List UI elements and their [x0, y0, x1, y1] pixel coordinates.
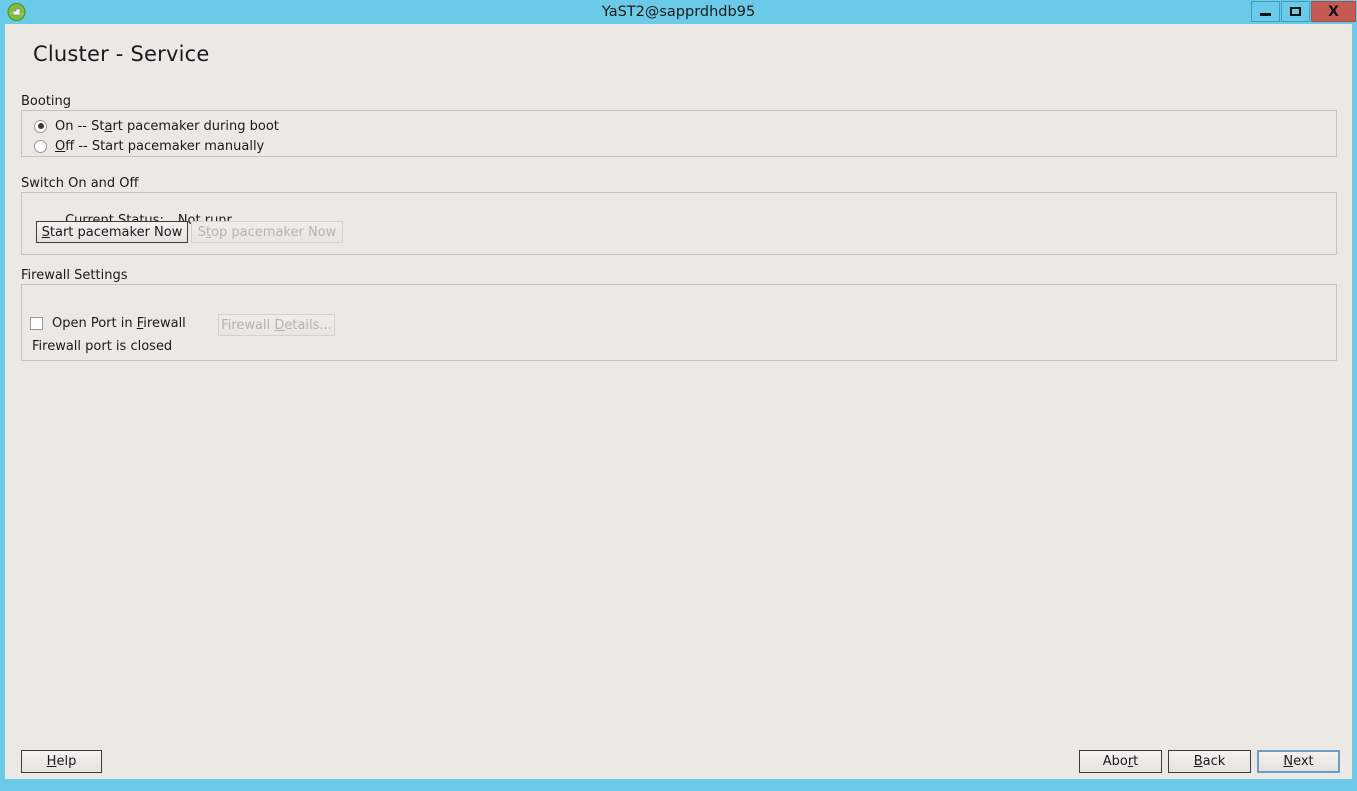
booting-group: On -- Start pacemaker during boot Off --… — [21, 110, 1337, 157]
help-button[interactable]: Help — [21, 750, 102, 773]
open-port-checkbox[interactable]: Open Port in Firewall — [30, 313, 186, 333]
page-title: Cluster - Service — [33, 42, 210, 66]
booting-group-label: Booting — [21, 94, 72, 109]
next-label: Next — [1283, 754, 1314, 769]
radio-boot-on-label: On -- Start pacemaker during boot — [55, 118, 279, 134]
radio-boot-on[interactable]: On -- Start pacemaker during boot — [34, 116, 279, 136]
next-button[interactable]: Next — [1257, 750, 1340, 773]
dialog-client-area: Cluster - Service Booting On -- Start pa… — [5, 24, 1352, 779]
radio-boot-off-label: Off -- Start pacemaker manually — [55, 138, 265, 154]
title-bar: YaST2@sapprdhdb95 X — [0, 0, 1357, 24]
start-pacemaker-button[interactable]: Start pacemaker Now — [36, 221, 188, 243]
firewall-group-label: Firewall Settings — [21, 268, 128, 283]
minimize-icon — [1260, 13, 1271, 16]
abort-label: Abort — [1102, 754, 1139, 769]
switch-group: Current Status:Not runr Start pacemaker … — [21, 192, 1337, 255]
back-button[interactable]: Back — [1168, 750, 1251, 773]
open-port-checkbox-label: Open Port in Firewall — [52, 315, 186, 331]
firewall-group: Open Port in Firewall Firewall Details..… — [21, 284, 1337, 361]
open-port-checkbox-indicator — [30, 316, 43, 330]
back-label: Back — [1193, 754, 1226, 769]
abort-button[interactable]: Abort — [1079, 750, 1162, 773]
radio-on-indicator — [34, 119, 47, 133]
start-pacemaker-label: Start pacemaker Now — [41, 224, 183, 240]
firewall-details-label: Firewall Details... — [221, 317, 332, 333]
radio-off-indicator — [34, 139, 47, 153]
stop-pacemaker-label: Stop pacemaker Now — [197, 224, 337, 240]
close-icon: X — [1328, 3, 1339, 20]
maximize-button[interactable] — [1281, 1, 1310, 22]
window-title: YaST2@sapprdhdb95 — [601, 4, 756, 20]
yast-window: YaST2@sapprdhdb95 X Cluster - Service Bo… — [0, 0, 1357, 791]
minimize-button[interactable] — [1251, 1, 1280, 22]
help-label: Help — [46, 754, 77, 769]
stop-pacemaker-button: Stop pacemaker Now — [191, 221, 343, 243]
firewall-details-button: Firewall Details... — [218, 314, 335, 336]
close-button[interactable]: X — [1311, 1, 1356, 22]
switch-group-label: Switch On and Off — [21, 176, 139, 191]
firewall-port-status: Firewall port is closed — [32, 339, 173, 354]
radio-boot-off[interactable]: Off -- Start pacemaker manually — [34, 136, 264, 156]
maximize-icon — [1290, 7, 1301, 16]
